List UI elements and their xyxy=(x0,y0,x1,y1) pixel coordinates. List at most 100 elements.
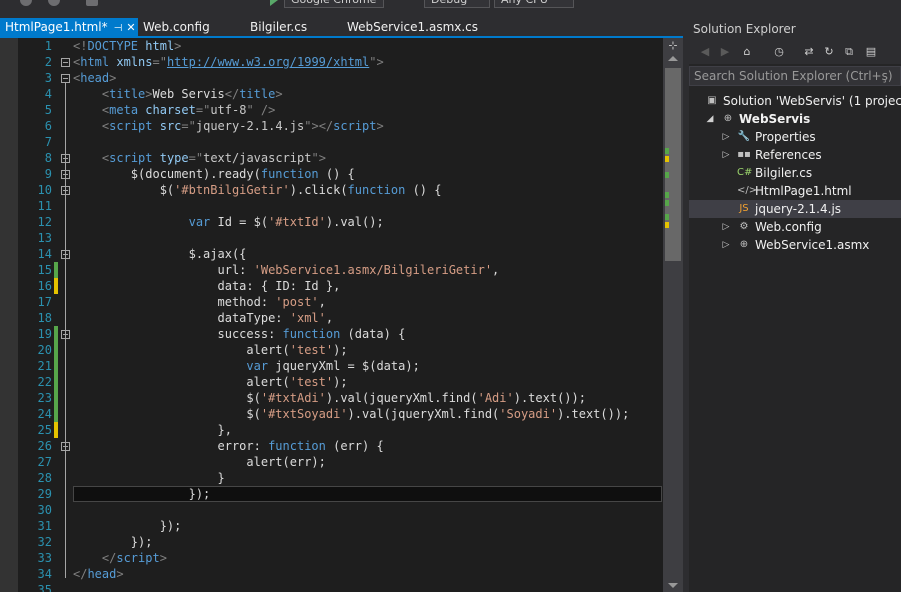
expanded-arrow-icon[interactable]: ◢ xyxy=(705,110,715,128)
solution-node[interactable]: ▷ ▪▪ References xyxy=(689,146,901,164)
pin-icon[interactable]: ⊣ xyxy=(114,20,123,38)
node-label: Solution 'WebServis' (1 project) xyxy=(723,94,901,108)
code-line[interactable]: 32 }); xyxy=(18,534,663,550)
code-line[interactable]: 19 success: function (data) { xyxy=(18,326,663,342)
code-line[interactable]: 34 </head> xyxy=(18,566,663,582)
code-token: xmlns xyxy=(116,55,153,69)
wrench-icon: 🔧 xyxy=(737,131,751,142)
code-line[interactable]: 18 dataType: 'xml', xyxy=(18,310,663,326)
solution-node[interactable]: ▣ Solution 'WebServis' (1 project) xyxy=(689,92,901,110)
collapsed-arrow-icon[interactable]: ▷ xyxy=(721,218,731,236)
solution-node[interactable]: C# Bilgiler.cs xyxy=(689,164,901,182)
code-line[interactable]: 15 url: 'WebService1.asmx/BilgileriGetir… xyxy=(18,262,663,278)
code-text: }); xyxy=(73,486,211,502)
solution-node[interactable]: ▷ 🔧 Properties xyxy=(689,128,901,146)
collapsed-arrow-icon[interactable]: ▷ xyxy=(721,128,731,146)
code-line[interactable]: 13 xyxy=(18,230,663,246)
home-icon[interactable]: ⌂ xyxy=(741,46,753,58)
code-token: (err) { xyxy=(325,439,384,453)
code-line[interactable]: 23 $('#txtAdi').val(jqueryXml.find('Adi'… xyxy=(18,390,663,406)
sync-icon[interactable]: ⇄ xyxy=(803,46,815,58)
code-line[interactable]: 30 xyxy=(18,502,663,518)
solution-search-input[interactable] xyxy=(690,67,900,85)
editor-vertical-scrollbar[interactable]: ⊹ xyxy=(663,38,683,592)
code-line[interactable]: 26 error: function (err) { xyxy=(18,438,663,454)
collapse-region-icon[interactable] xyxy=(61,58,70,67)
solution-node[interactable]: ◢ ⊕ WebServis xyxy=(689,110,901,128)
close-icon[interactable]: ✕ xyxy=(126,19,135,37)
code-line[interactable]: 22 alert('test'); xyxy=(18,374,663,390)
scrollbar-thumb[interactable] xyxy=(665,68,681,261)
code-line[interactable]: 33 </script> xyxy=(18,550,663,566)
code-line[interactable]: 21 var jqueryXml = $(data); xyxy=(18,358,663,374)
solution-node[interactable]: JS jquery-2.1.4.js xyxy=(689,200,901,218)
scroll-up-icon[interactable] xyxy=(668,56,678,61)
code-token: title xyxy=(239,87,276,101)
collapsed-arrow-icon[interactable]: ▷ xyxy=(721,236,731,254)
back-icon[interactable] xyxy=(20,0,32,6)
tab-htmlpage1[interactable]: HtmlPage1.html* ⊣ ✕ xyxy=(0,18,138,36)
unsaved-change-marker xyxy=(54,422,58,438)
code-line[interactable]: 1 <!DOCTYPE html> xyxy=(18,38,663,54)
code-text: success: function (data) { xyxy=(73,326,405,342)
line-number: 25 xyxy=(37,423,52,437)
collapse-all-icon[interactable]: ⧉ xyxy=(843,46,855,58)
code-token: 'test' xyxy=(289,343,334,357)
change-marker xyxy=(665,156,669,162)
code-line[interactable]: 25 }, xyxy=(18,422,663,438)
code-line[interactable]: 6 <script src="jquery-2.1.4.js"></script… xyxy=(18,118,663,134)
code-token: script xyxy=(109,151,153,165)
code-line[interactable]: 28 } xyxy=(18,470,663,486)
code-line[interactable]: 5 <meta charset="utf-8" /> xyxy=(18,102,663,118)
new-project-icon[interactable] xyxy=(86,0,98,6)
solution-node[interactable]: </> HtmlPage1.html xyxy=(689,182,901,200)
code-line[interactable]: 11 xyxy=(18,198,663,214)
code-line[interactable]: 20 alert('test'); xyxy=(18,342,663,358)
tab-bilgiler-cs[interactable]: Bilgiler.cs xyxy=(245,18,345,36)
code-line[interactable]: 9 $(document).ready(function () { xyxy=(18,166,663,182)
forward-icon[interactable] xyxy=(48,0,60,6)
refresh-icon[interactable]: ↻ xyxy=(823,46,835,58)
platform-select[interactable]: Any CPU xyxy=(494,0,574,8)
code-line[interactable]: 16 data: { ID: Id }, xyxy=(18,278,663,294)
code-token: ).click( xyxy=(289,183,348,197)
code-text: }); xyxy=(73,534,153,550)
code-line[interactable]: 35 xyxy=(18,582,663,592)
code-line[interactable]: 12 var Id = $('#txtId').val(); xyxy=(18,214,663,230)
code-token: var xyxy=(246,359,269,373)
code-line[interactable]: 31 }); xyxy=(18,518,663,534)
solution-node[interactable]: ▷ ⚙ Web.config xyxy=(689,218,901,236)
code-line[interactable]: 29 }); xyxy=(18,486,663,502)
tab-web-config[interactable]: Web.config xyxy=(138,18,238,36)
solution-node[interactable]: ▷ ⊕ WebService1.asmx xyxy=(689,236,901,254)
code-line[interactable]: 4 <title>Web Servis</title> xyxy=(18,86,663,102)
line-number: 33 xyxy=(37,551,52,565)
configuration-select[interactable]: Debug xyxy=(424,0,490,8)
show-all-files-icon[interactable]: ▤ xyxy=(865,46,877,58)
run-target-select[interactable]: Google Chrome xyxy=(284,0,384,8)
back-icon[interactable]: ◀ xyxy=(699,46,711,58)
code-line[interactable]: 27 alert(err); xyxy=(18,454,663,470)
code-line[interactable]: 24 $('#txtSoyadi').val(jqueryXml.find('S… xyxy=(18,406,663,422)
tab-webservice1-asmx-cs[interactable]: WebService1.asmx.cs xyxy=(342,18,482,36)
code-line[interactable]: 10 $('#btnBilgiGetir').click(function ()… xyxy=(18,182,663,198)
code-line[interactable]: 17 method: 'post', xyxy=(18,294,663,310)
code-editor[interactable]: 1 <!DOCTYPE html> 2 <html xmlns="http://www… xyxy=(0,38,683,592)
code-token: error: xyxy=(73,439,269,453)
history-icon[interactable]: ◷ xyxy=(773,46,785,58)
code-token: alert( xyxy=(73,375,290,389)
scroll-down-icon[interactable] xyxy=(668,583,678,588)
collapsed-arrow-icon[interactable]: ▷ xyxy=(721,146,731,164)
code-line[interactable]: 2 <html xmlns="http://www.w3.org/1999/xht… xyxy=(18,54,663,70)
code-line[interactable]: 7 xyxy=(18,134,663,150)
code-token: > xyxy=(145,87,153,101)
code-token: > xyxy=(116,567,124,581)
code-line[interactable]: 3 <head> xyxy=(18,70,663,86)
code-text: <script type="text/javascript"> xyxy=(73,150,326,166)
split-window-icon[interactable]: ⊹ xyxy=(667,39,679,53)
forward-icon[interactable]: ▶ xyxy=(719,46,731,58)
code-line[interactable]: 8 <script type="text/javascript"> xyxy=(18,150,663,166)
start-debugging-icon[interactable] xyxy=(270,0,278,6)
code-line[interactable]: 14 $.ajax({ xyxy=(18,246,663,262)
